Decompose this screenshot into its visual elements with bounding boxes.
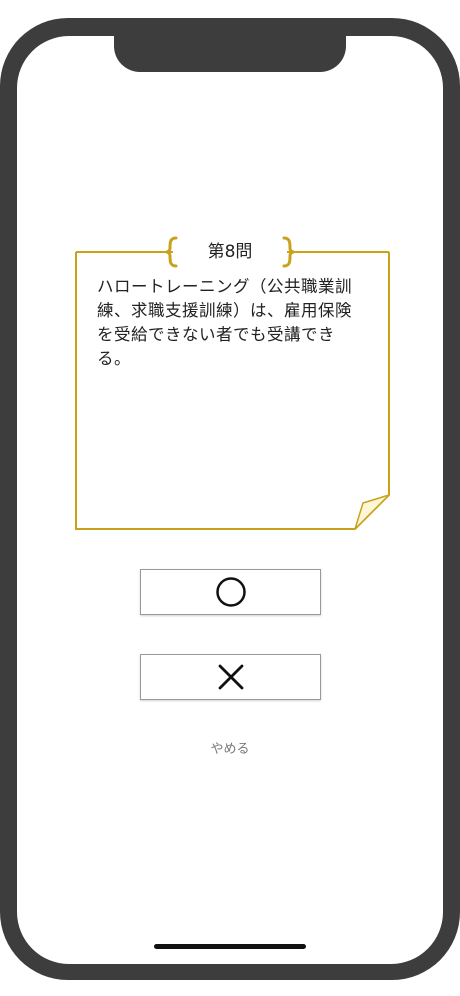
answer-true-button[interactable] bbox=[140, 569, 321, 615]
quit-link[interactable]: やめる bbox=[180, 738, 280, 757]
answer-false-button[interactable] bbox=[140, 654, 321, 700]
question-text: ハロートレーニング（公共職業訓練、求職支援訓練）は、雇用保険を受給できない者でも… bbox=[97, 277, 352, 368]
question-number: 第8問 bbox=[178, 238, 282, 266]
circle-icon bbox=[215, 577, 246, 607]
home-indicator bbox=[154, 944, 306, 949]
cross-icon bbox=[218, 664, 243, 690]
device-notch bbox=[114, 36, 346, 72]
